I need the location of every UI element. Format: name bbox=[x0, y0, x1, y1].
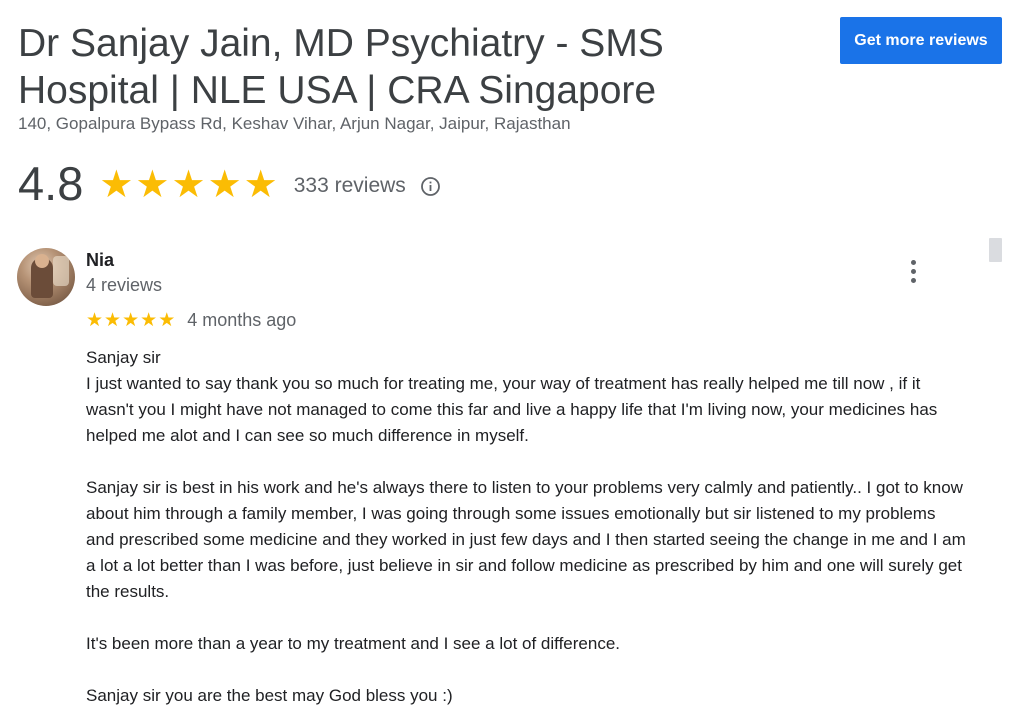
review-paragraph: Sanjay sir I just wanted to say thank yo… bbox=[86, 348, 938, 445]
info-icon[interactable] bbox=[420, 176, 441, 197]
more-options-icon[interactable] bbox=[900, 254, 926, 288]
star-icon: ★ bbox=[135, 162, 170, 206]
reviewer-name[interactable]: Nia bbox=[86, 250, 114, 271]
average-rating: 4.8 bbox=[18, 157, 84, 210]
reviewer-avatar[interactable] bbox=[17, 248, 75, 306]
star-icon: ★ bbox=[171, 162, 206, 206]
get-more-reviews-button[interactable]: Get more reviews bbox=[840, 17, 1002, 64]
review-paragraph: Sanjay sir is best in his work and he's … bbox=[86, 478, 966, 601]
star-icon: ★ bbox=[122, 309, 140, 331]
star-icon: ★ bbox=[243, 162, 278, 206]
review-count: 333 reviews bbox=[293, 174, 406, 197]
business-title: Dr Sanjay Jain, MD Psychiatry - SMS Hosp… bbox=[18, 22, 664, 112]
review-text: Sanjay sir I just wanted to say thank yo… bbox=[86, 345, 966, 709]
review-rating: ★ ★ ★ ★ ★ 4 months ago bbox=[86, 309, 296, 331]
star-icon: ★ bbox=[207, 162, 242, 206]
business-address: 140, Gopalpura Bypass Rd, Keshav Vihar, … bbox=[18, 114, 571, 133]
star-icon: ★ bbox=[140, 309, 158, 331]
review-paragraph: Sanjay sir you are the best may God bles… bbox=[86, 686, 453, 705]
rating-stars: ★ ★ ★ ★ ★ bbox=[99, 164, 277, 204]
star-icon: ★ bbox=[99, 162, 134, 206]
review-date: 4 months ago bbox=[187, 309, 297, 330]
star-icon: ★ bbox=[104, 309, 122, 331]
scrollbar-thumb[interactable] bbox=[989, 238, 1002, 262]
reviewer-review-count: 4 reviews bbox=[86, 275, 163, 295]
rating-summary: 4.8 ★ ★ ★ ★ ★ 333 reviews bbox=[18, 156, 441, 212]
star-icon: ★ bbox=[86, 309, 104, 331]
review-stars: ★ ★ ★ ★ ★ bbox=[86, 309, 175, 331]
star-icon: ★ bbox=[158, 309, 176, 331]
review-paragraph: It's been more than a year to my treatme… bbox=[86, 634, 621, 653]
